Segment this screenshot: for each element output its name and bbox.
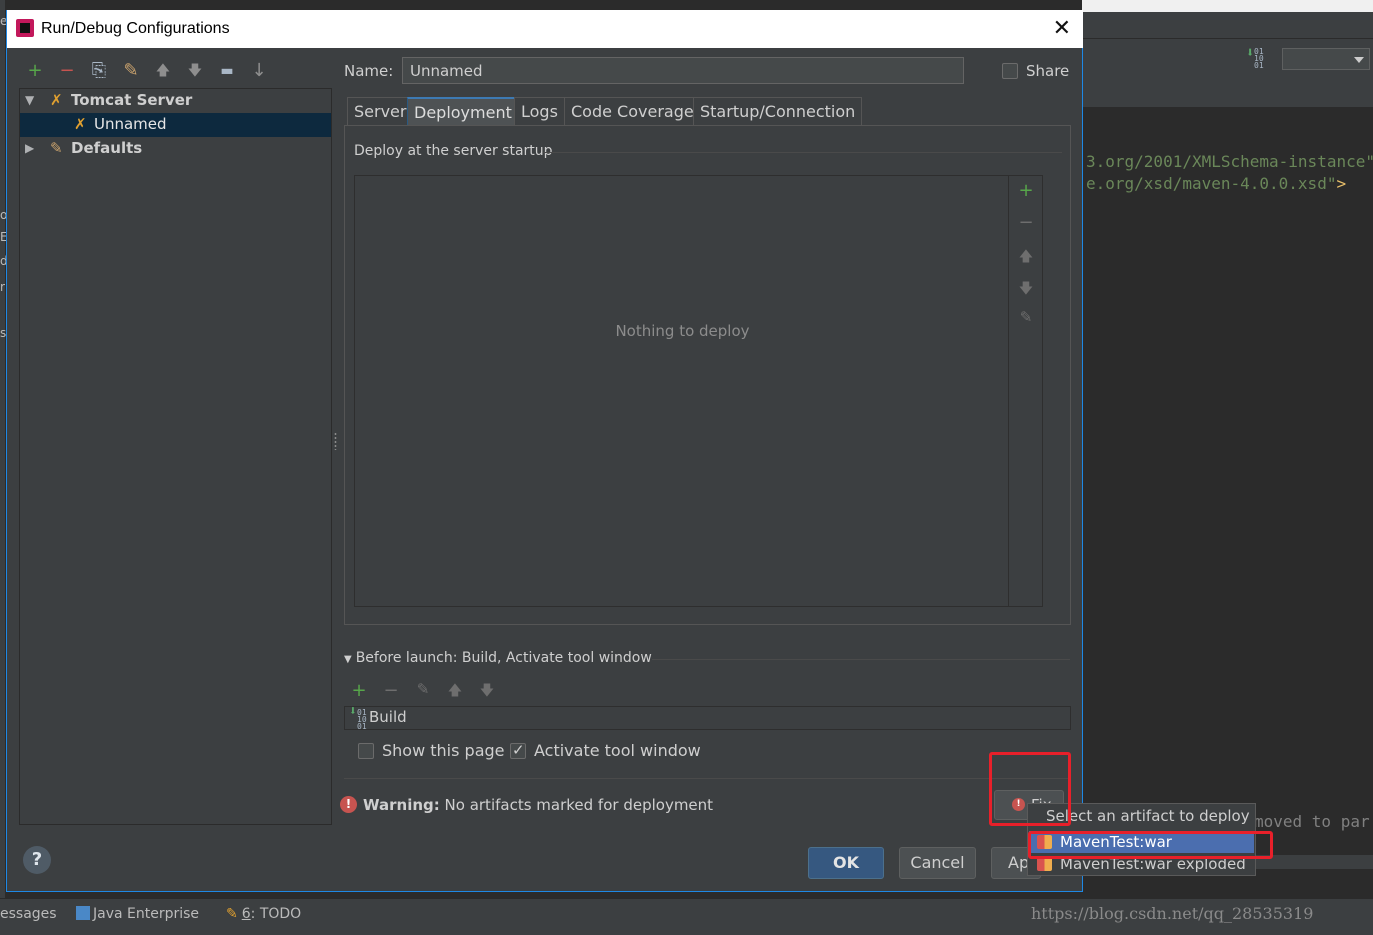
- ide-left-letter: r: [0, 280, 5, 294]
- activate-tool-window-checkbox[interactable]: [510, 741, 526, 759]
- dialog-title: Run/Debug Configurations: [41, 20, 230, 37]
- divider: [652, 659, 1070, 660]
- folder-button[interactable]: ▬: [216, 60, 238, 82]
- intellij-icon: [16, 19, 34, 37]
- share-checkbox[interactable]: [1002, 63, 1018, 79]
- run-debug-dialog: Run/Debug Configurations ✕ + − ⎘ ✎ 🡅 🡇 ▬…: [6, 10, 1083, 892]
- ide-window-edge: [1082, 0, 1373, 12]
- tomcat-icon: ✗: [74, 115, 87, 133]
- tab-logs[interactable]: Logs: [514, 97, 565, 125]
- tool-window-messages[interactable]: essages: [0, 906, 57, 922]
- add-artifact-button[interactable]: +: [1009, 180, 1043, 201]
- empty-list-message: Nothing to deploy: [615, 322, 750, 340]
- move-task-down-button[interactable]: 🡇: [477, 680, 497, 704]
- editor-line: e.org/xsd/maven-4.0.0.xsd">: [1086, 174, 1346, 193]
- remove-configuration-button[interactable]: −: [56, 60, 78, 82]
- activate-tool-window-label[interactable]: Activate tool window: [534, 741, 701, 760]
- tree-node-defaults[interactable]: ▶ ✎ Defaults: [20, 137, 331, 161]
- warning-text: No artifacts marked for deployment: [439, 796, 714, 814]
- wrench-icon: ✎: [50, 139, 63, 157]
- add-task-button[interactable]: +: [349, 680, 369, 701]
- configuration-tree[interactable]: ▼ ✗ Tomcat Server ✗ Unnamed ▶ ✎ Defaults: [19, 88, 332, 825]
- editor-console-text: moved to par: [1254, 812, 1370, 831]
- remove-artifact-button[interactable]: −: [1009, 212, 1043, 233]
- divider: [344, 778, 1071, 779]
- name-label: Name:: [344, 62, 394, 80]
- artifact-icon: [1037, 857, 1052, 871]
- build-project-icon[interactable]: ⬇ 01 10 01: [1246, 46, 1264, 70]
- tree-node-label: Unnamed: [94, 115, 167, 133]
- warning-bold: Warning:: [363, 796, 440, 814]
- close-icon[interactable]: ✕: [1053, 16, 1071, 41]
- help-button[interactable]: ?: [23, 846, 51, 874]
- tool-window-java-enterprise[interactable]: Java Enterprise: [76, 906, 199, 922]
- tool-window-label: Java Enterprise: [93, 906, 200, 922]
- tomcat-icon: ✗: [50, 91, 63, 109]
- before-launch-list[interactable]: ⬇ 01 10 01 Build: [344, 705, 1071, 731]
- popup-title: Select an artifact to deploy: [1046, 807, 1250, 825]
- tool-window-todo[interactable]: ✎ 6: TODO: [226, 906, 301, 922]
- ide-toolbar: ⬇ 01 10 01: [1082, 12, 1373, 107]
- divider: [543, 152, 1062, 153]
- watermark: https://blog.csdn.net/qq_28535319: [1031, 904, 1314, 923]
- cancel-button[interactable]: Cancel: [899, 847, 976, 879]
- editor-line: 3.org/2001/XMLSchema-instance": [1086, 152, 1373, 171]
- code-editor[interactable]: 3.org/2001/XMLSchema-instance" e.org/xsd…: [1082, 130, 1373, 860]
- tree-node-label: Tomcat Server: [71, 91, 193, 109]
- expanded-arrow-icon[interactable]: ▼: [25, 93, 34, 107]
- splitter-handle[interactable]: [334, 432, 337, 450]
- run-configuration-select[interactable]: [1282, 48, 1370, 70]
- show-page-label[interactable]: Show this page: [382, 741, 505, 760]
- annotation-box-war: [1028, 831, 1273, 859]
- show-page-checkbox[interactable]: [358, 743, 374, 759]
- chevron-down-icon: [1354, 57, 1364, 63]
- before-launch-label: Before launch: Build, Activate tool wind…: [355, 650, 652, 666]
- collapsed-arrow-icon[interactable]: ▶: [25, 141, 34, 155]
- tool-window-label: : TODO: [250, 906, 302, 922]
- tab-code-coverage[interactable]: Code Coverage: [564, 97, 701, 125]
- name-field[interactable]: [402, 57, 964, 84]
- deployment-panel: Deploy at the server startup Nothing to …: [344, 125, 1071, 625]
- warning-icon: !: [340, 796, 357, 813]
- edit-pencil-icon[interactable]: ✎: [1009, 308, 1043, 326]
- tab-deployment[interactable]: Deployment: [407, 97, 519, 125]
- ok-button[interactable]: OK: [808, 847, 884, 879]
- move-up-button[interactable]: 🡅: [1009, 246, 1043, 270]
- move-down-button[interactable]: 🡇: [184, 60, 206, 82]
- editor-string: e.org/xsd/maven-4.0.0.xsd": [1086, 174, 1337, 193]
- annotation-box-fix: [989, 752, 1071, 826]
- editor-tag-end: >: [1336, 174, 1347, 193]
- tab-server[interactable]: Server: [347, 97, 414, 125]
- share-label[interactable]: Share: [1026, 62, 1069, 80]
- expanded-arrow-icon: ▼: [344, 654, 352, 665]
- tree-node-tomcat-server[interactable]: ▼ ✗ Tomcat Server: [20, 89, 331, 113]
- warning-message: Warning: No artifacts marked for deploym…: [363, 796, 713, 814]
- remove-task-button[interactable]: −: [381, 680, 401, 701]
- todo-icon: ✎: [226, 906, 238, 922]
- edit-defaults-button[interactable]: ✎: [120, 60, 142, 82]
- sort-button[interactable]: ↓: [248, 60, 270, 82]
- tree-node-unnamed[interactable]: ✗ Unnamed: [20, 113, 331, 137]
- move-up-button[interactable]: 🡅: [152, 60, 174, 82]
- status-bar: [0, 928, 1373, 935]
- edit-task-button[interactable]: ✎: [413, 680, 433, 698]
- deploy-group-title: Deploy at the server startup: [354, 143, 553, 159]
- copy-configuration-button[interactable]: ⎘: [88, 60, 110, 82]
- tab-startup-connection[interactable]: Startup/Connection: [693, 97, 863, 125]
- deploy-artifacts-list[interactable]: Nothing to deploy + − 🡅 🡇 ✎: [354, 175, 1043, 607]
- dialog-titlebar[interactable]: Run/Debug Configurations ✕: [7, 10, 1083, 48]
- add-configuration-button[interactable]: +: [24, 60, 46, 82]
- move-down-button[interactable]: 🡇: [1009, 278, 1043, 302]
- list-item[interactable]: Build: [369, 708, 407, 726]
- move-task-up-button[interactable]: 🡅: [445, 680, 465, 704]
- before-launch-header[interactable]: ▼ Before launch: Build, Activate tool win…: [344, 650, 652, 666]
- java-enterprise-icon: [76, 906, 90, 920]
- toolbar-divider: [1082, 38, 1373, 39]
- todo-number: 6: [241, 906, 251, 922]
- tree-node-label: Defaults: [71, 139, 143, 157]
- deploy-list-toolbar: + − 🡅 🡇 ✎: [1008, 176, 1042, 606]
